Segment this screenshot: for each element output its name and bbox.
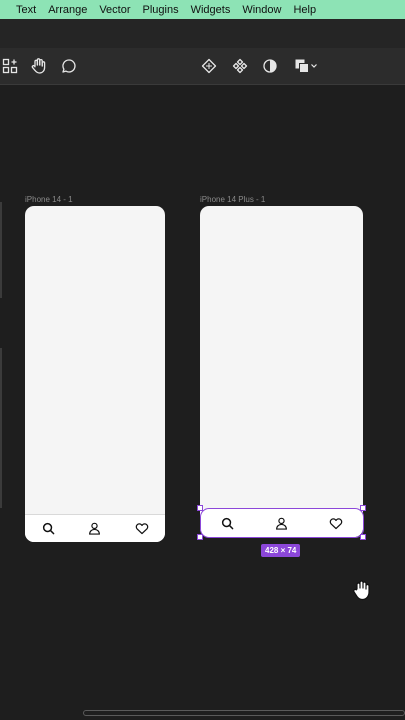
menu-plugins[interactable]: Plugins [137, 4, 185, 16]
iphone-plus-frame[interactable] [200, 206, 363, 537]
comment-icon[interactable] [59, 56, 79, 76]
dimension-badge: 428 × 74 [261, 544, 301, 557]
shapes-icon[interactable] [0, 56, 20, 76]
heart-icon[interactable] [134, 521, 150, 537]
resize-handle-bottom-left[interactable] [197, 534, 203, 540]
user-icon[interactable] [87, 521, 103, 537]
menu-help[interactable]: Help [287, 4, 322, 16]
canvas-edge-divider [0, 348, 2, 508]
menu-text[interactable]: Text [0, 4, 42, 16]
horizontal-scrollbar[interactable] [83, 710, 405, 716]
toolbar [0, 48, 405, 85]
components-icon[interactable] [230, 56, 250, 76]
menu-widgets[interactable]: Widgets [185, 4, 237, 16]
canvas-edge-divider [0, 202, 2, 298]
menu-arrange[interactable]: Arrange [42, 4, 93, 16]
contrast-icon[interactable] [260, 56, 280, 76]
chevron-down-icon[interactable] [308, 56, 320, 76]
component-edit-icon[interactable] [199, 56, 219, 76]
resize-handle-bottom-right[interactable] [360, 534, 366, 540]
resize-handle-top-right[interactable] [360, 505, 366, 511]
tab-bar[interactable] [25, 514, 165, 542]
menu-vector[interactable]: Vector [93, 4, 136, 16]
frame-label[interactable]: iPhone 14 - 1 [25, 195, 73, 204]
selection-box[interactable] [200, 508, 364, 538]
menu-window[interactable]: Window [236, 4, 287, 16]
frame-label[interactable]: iPhone 14 Plus - 1 [200, 195, 265, 204]
menu-bar: Text Arrange Vector Plugins Widgets Wind… [0, 0, 405, 19]
search-icon[interactable] [40, 521, 56, 537]
grab-cursor-icon [351, 578, 373, 602]
resize-handle-top-left[interactable] [197, 505, 203, 511]
iphone-frame[interactable] [25, 206, 165, 542]
tab-strip [0, 19, 405, 48]
hand-icon[interactable] [29, 56, 49, 76]
